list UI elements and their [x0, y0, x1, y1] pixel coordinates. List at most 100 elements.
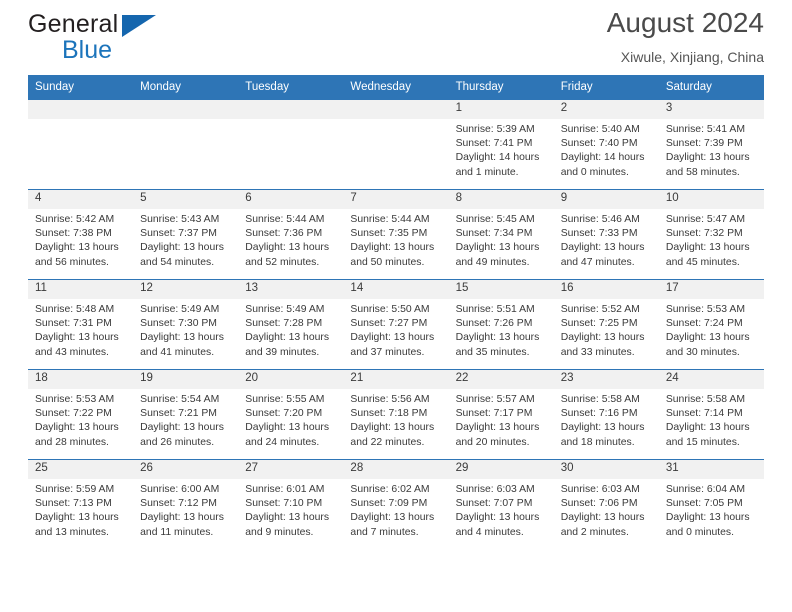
daylight-duration-line2: and 45 minutes. — [665, 256, 740, 268]
calendar-day-cell[interactable]: 5 Sunrise: 5:43 AM Sunset: 7:37 PM Daylight… — [133, 189, 239, 280]
calendar-day-cell[interactable]: 8 Sunrise: 5:45 AM Sunset: 7:34 PM Daylight… — [448, 189, 554, 280]
weekday-header-wednesday: Wednesday — [343, 75, 449, 100]
sunset-time: Sunset: 7:39 PM — [665, 138, 743, 150]
day-box: 8 Sunrise: 5:45 AM Sunset: 7:34 PM Daylight… — [448, 190, 554, 279]
daylight-duration-line1: Daylight: 13 hours — [455, 332, 540, 344]
calendar-day-cell[interactable]: 14 Sunrise: 5:50 AM Sunset: 7:27 PM Dayligh… — [343, 279, 449, 370]
calendar-day-cell[interactable]: 20 Sunrise: 5:55 AM Sunset: 7:20 PM Dayligh… — [238, 369, 344, 460]
daylight-duration-line2: and 0 minutes. — [665, 526, 735, 538]
day-info: Sunrise: 5:41 AM Sunset: 7:39 PM Daylight:… — [659, 119, 764, 180]
calendar-day-cell[interactable]: 27 Sunrise: 6:01 AM Sunset: 7:10 PM Dayligh… — [238, 459, 344, 549]
day-info: Sunrise: 5:46 AM Sunset: 7:33 PM Daylight:… — [554, 209, 659, 270]
calendar-day-cell[interactable]: 19 Sunrise: 5:54 AM Sunset: 7:21 PM Dayligh… — [133, 369, 239, 460]
day-info: Sunrise: 5:57 AM Sunset: 7:17 PM Daylight:… — [449, 389, 554, 450]
daylight-duration-line2: and 7 minutes. — [350, 526, 419, 538]
daylight-duration-line1: Daylight: 13 hours — [245, 332, 330, 344]
calendar-day-cell[interactable]: 24 Sunrise: 5:58 AM Sunset: 7:14 PM Dayligh… — [658, 369, 764, 460]
day-info: Sunrise: 5:42 AM Sunset: 7:38 PM Daylight:… — [28, 209, 133, 270]
calendar-day-cell[interactable]: 30 Sunrise: 6:03 AM Sunset: 7:06 PM Dayligh… — [553, 459, 659, 549]
sunrise-time: Sunrise: 5:56 AM — [350, 394, 430, 405]
calendar-day-cell[interactable]: 18 Sunrise: 5:53 AM Sunset: 7:22 PM Dayligh… — [28, 369, 134, 460]
calendar-day-cell[interactable]: 23 Sunrise: 5:58 AM Sunset: 7:16 PM Dayligh… — [553, 369, 659, 460]
day-box: 17 Sunrise: 5:53 AM Sunset: 7:24 PM Dayligh… — [658, 280, 764, 369]
day-number: 2 — [553, 100, 659, 119]
calendar-day-cell[interactable]: 26 Sunrise: 6:00 AM Sunset: 7:12 PM Dayligh… — [133, 459, 239, 549]
calendar-day-cell[interactable]: 28 Sunrise: 6:02 AM Sunset: 7:09 PM Dayligh… — [343, 459, 449, 549]
calendar-day-cell[interactable]: 6 Sunrise: 5:44 AM Sunset: 7:36 PM Daylight… — [238, 189, 344, 280]
calendar-header-row: Sunday Monday Tuesday Wednesday Thursday… — [28, 75, 764, 100]
day-info: Sunrise: 6:03 AM Sunset: 7:06 PM Daylight:… — [554, 479, 659, 540]
day-box: 27 Sunrise: 6:01 AM Sunset: 7:10 PM Dayligh… — [238, 460, 344, 549]
sunrise-time: Sunrise: 6:03 AM — [455, 484, 535, 495]
sunset-time: Sunset: 7:18 PM — [350, 408, 428, 420]
calendar-day-cell[interactable]: 22 Sunrise: 5:57 AM Sunset: 7:17 PM Dayligh… — [448, 369, 554, 460]
daylight-duration-line2: and 41 minutes. — [140, 346, 215, 358]
day-number: 3 — [658, 100, 764, 119]
sunset-time: Sunset: 7:12 PM — [140, 498, 217, 510]
day-box: 30 Sunrise: 6:03 AM Sunset: 7:06 PM Dayligh… — [553, 460, 659, 549]
calendar-day-cell[interactable]: 10 Sunrise: 5:47 AM Sunset: 7:32 PM Dayligh… — [658, 189, 764, 280]
day-number: 16 — [553, 280, 659, 299]
day-number: 13 — [238, 280, 344, 299]
day-box-empty — [133, 100, 239, 189]
calendar-day-cell[interactable]: 2 Sunrise: 5:40 AM Sunset: 7:40 PM Daylight… — [553, 99, 659, 190]
day-info: Sunrise: 5:58 AM Sunset: 7:16 PM Daylight:… — [554, 389, 659, 450]
calendar-day-cell[interactable]: 4 Sunrise: 5:42 AM Sunset: 7:38 PM Daylight… — [28, 189, 134, 280]
calendar-day-cell[interactable]: 3 Sunrise: 5:41 AM Sunset: 7:39 PM Daylight… — [658, 99, 764, 190]
day-number: 11 — [28, 280, 134, 299]
day-info: Sunrise: 5:59 AM Sunset: 7:13 PM Daylight:… — [28, 479, 133, 540]
day-info: Sunrise: 5:58 AM Sunset: 7:14 PM Daylight:… — [659, 389, 764, 450]
sunrise-time: Sunrise: 6:02 AM — [350, 484, 430, 495]
calendar-day-cell[interactable]: 11 Sunrise: 5:48 AM Sunset: 7:31 PM Dayligh… — [28, 279, 134, 370]
daylight-duration-line2: and 56 minutes. — [35, 256, 109, 268]
calendar-day-cell[interactable]: 1 Sunrise: 5:39 AM Sunset: 7:41 PM Daylight… — [448, 99, 554, 190]
sunset-time: Sunset: 7:40 PM — [560, 138, 638, 150]
page-subtitle: Xiwule, Xinjiang, China — [620, 48, 764, 65]
daylight-duration-line2: and 0 minutes. — [560, 166, 629, 178]
day-number: 18 — [28, 370, 134, 389]
sunrise-time: Sunrise: 5:55 AM — [245, 394, 325, 405]
day-box: 19 Sunrise: 5:54 AM Sunset: 7:21 PM Dayligh… — [133, 370, 239, 459]
daylight-duration-line1: Daylight: 14 hours — [455, 152, 540, 164]
brand-logo[interactable]: General Blue — [28, 12, 228, 68]
daylight-duration-line1: Daylight: 13 hours — [350, 422, 435, 434]
sunset-time: Sunset: 7:37 PM — [140, 228, 217, 240]
calendar-day-cell[interactable]: 9 Sunrise: 5:46 AM Sunset: 7:33 PM Daylight… — [553, 189, 659, 280]
day-box-empty — [343, 100, 449, 189]
calendar-day-cell[interactable]: 17 Sunrise: 5:53 AM Sunset: 7:24 PM Dayligh… — [658, 279, 764, 370]
calendar-day-cell[interactable] — [343, 99, 449, 190]
day-number — [343, 100, 449, 119]
day-info: Sunrise: 5:53 AM Sunset: 7:22 PM Daylight:… — [28, 389, 133, 450]
day-number: 6 — [238, 190, 344, 209]
calendar-day-cell[interactable]: 7 Sunrise: 5:44 AM Sunset: 7:35 PM Daylight… — [343, 189, 449, 280]
day-box: 15 Sunrise: 5:51 AM Sunset: 7:26 PM Dayligh… — [448, 280, 554, 369]
calendar-day-cell[interactable] — [133, 99, 239, 190]
day-info: Sunrise: 5:49 AM Sunset: 7:28 PM Daylight:… — [238, 299, 343, 360]
sunset-time: Sunset: 7:33 PM — [560, 228, 638, 240]
day-box: 6 Sunrise: 5:44 AM Sunset: 7:36 PM Daylight… — [238, 190, 344, 279]
day-box: 24 Sunrise: 5:58 AM Sunset: 7:14 PM Dayligh… — [658, 370, 764, 459]
calendar-day-cell[interactable]: 15 Sunrise: 5:51 AM Sunset: 7:26 PM Dayligh… — [448, 279, 554, 370]
calendar-day-cell[interactable]: 31 Sunrise: 6:04 AM Sunset: 7:05 PM Dayligh… — [658, 459, 764, 549]
daylight-duration-line1: Daylight: 13 hours — [455, 242, 540, 254]
page-header: General Blue August 2024 Xiwule, Xinjian… — [28, 0, 764, 72]
sunrise-time: Sunrise: 5:44 AM — [350, 214, 430, 225]
calendar-day-cell[interactable]: 21 Sunrise: 5:56 AM Sunset: 7:18 PM Dayligh… — [343, 369, 449, 460]
day-info: Sunrise: 5:50 AM Sunset: 7:27 PM Daylight:… — [343, 299, 448, 360]
calendar-day-cell[interactable] — [28, 99, 134, 190]
calendar-day-cell[interactable]: 12 Sunrise: 5:49 AM Sunset: 7:30 PM Dayligh… — [133, 279, 239, 370]
daylight-duration-line1: Daylight: 13 hours — [665, 332, 750, 344]
calendar-day-cell[interactable]: 16 Sunrise: 5:52 AM Sunset: 7:25 PM Dayligh… — [553, 279, 659, 370]
sunset-time: Sunset: 7:32 PM — [665, 228, 743, 240]
sunset-time: Sunset: 7:06 PM — [560, 498, 638, 510]
calendar-day-cell[interactable]: 25 Sunrise: 5:59 AM Sunset: 7:13 PM Dayligh… — [28, 459, 134, 549]
calendar-day-cell[interactable]: 13 Sunrise: 5:49 AM Sunset: 7:28 PM Dayligh… — [238, 279, 344, 370]
daylight-duration-line2: and 1 minute. — [455, 166, 519, 178]
sunrise-time: Sunrise: 5:52 AM — [560, 304, 640, 315]
sunset-time: Sunset: 7:34 PM — [455, 228, 533, 240]
day-number: 4 — [28, 190, 134, 209]
sunrise-time: Sunrise: 5:39 AM — [455, 124, 535, 135]
calendar-day-cell[interactable] — [238, 99, 344, 190]
sunrise-time: Sunrise: 5:58 AM — [665, 394, 745, 405]
calendar-day-cell[interactable]: 29 Sunrise: 6:03 AM Sunset: 7:07 PM Dayligh… — [448, 459, 554, 549]
